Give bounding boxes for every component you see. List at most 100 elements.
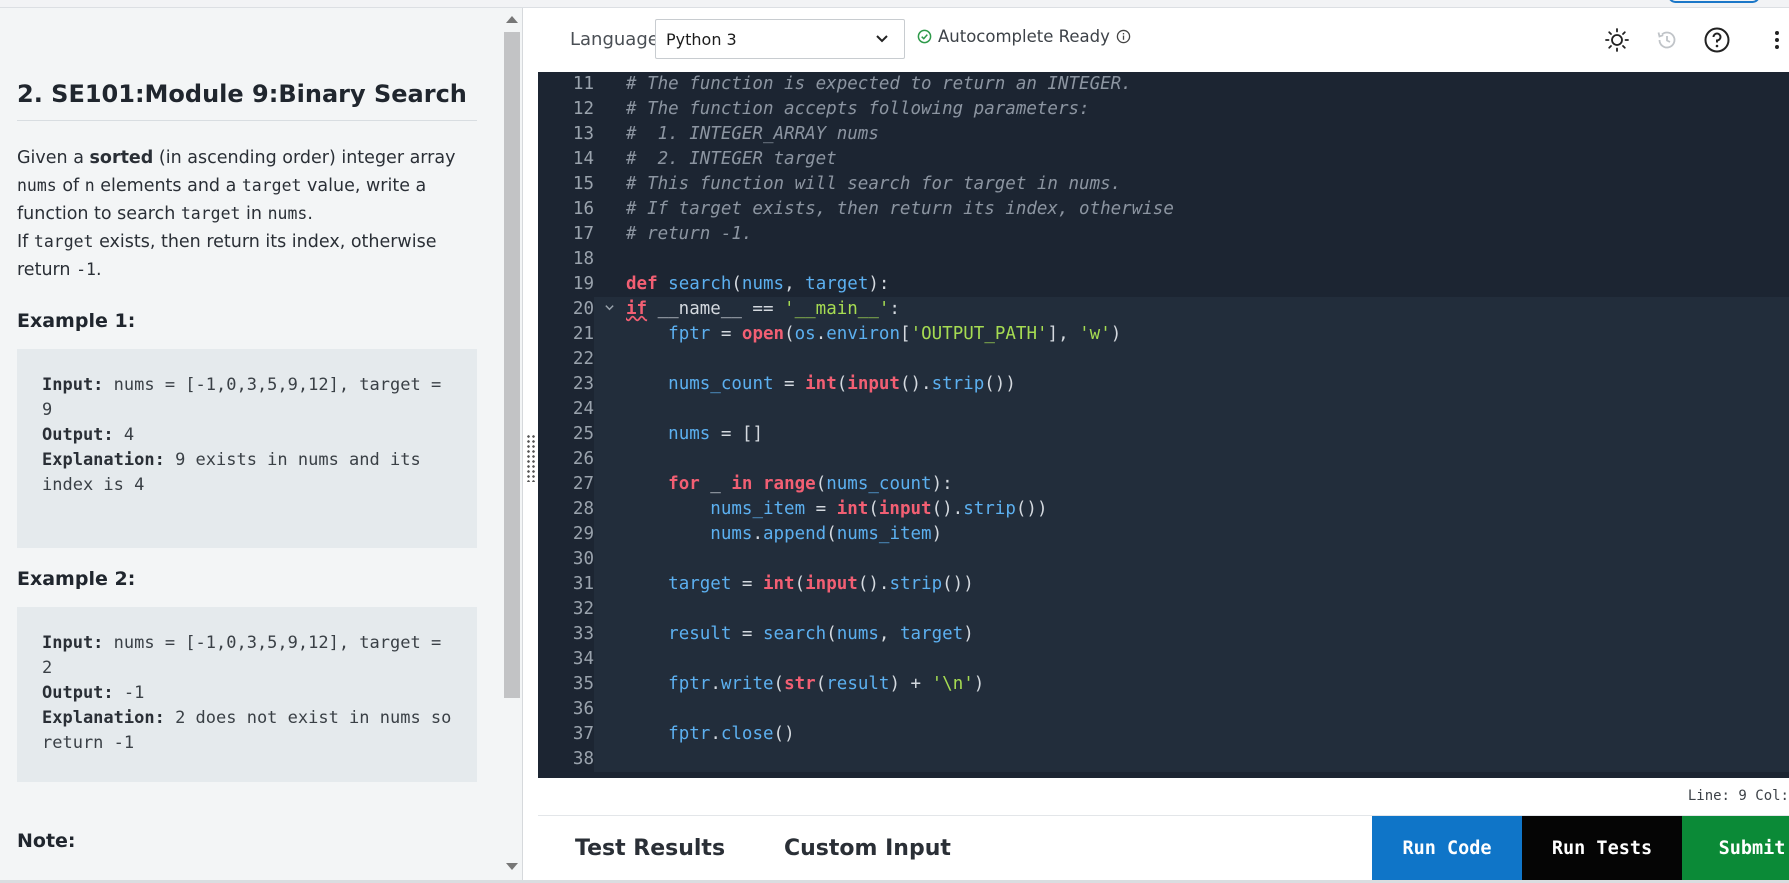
code-line[interactable]: 37 fptr.close(): [538, 722, 1789, 747]
code-editor[interactable]: 11 # The function is expected to return a…: [538, 72, 1789, 778]
problem-description: Given a sorted (in ascending order) inte…: [17, 145, 487, 284]
code-line[interactable]: 36: [538, 697, 1789, 722]
problem-panel: 2. SE101:Module 9:Binary Search Given a …: [0, 8, 502, 883]
code-text: # 1. INTEGER_ARRAY nums: [626, 124, 879, 144]
editor-toolbar: Language Python 3 Autocomplete Ready: [538, 8, 1789, 72]
code-text: def search(nums, target):: [626, 274, 890, 294]
desc-text: .: [307, 204, 313, 224]
code-text: nums = []: [668, 424, 763, 444]
code-text: fptr = open(os.environ['OUTPUT_PATH'], '…: [668, 324, 1122, 344]
info-icon[interactable]: [1116, 29, 1131, 44]
help-icon[interactable]: [1703, 26, 1731, 54]
line-number: 24: [538, 397, 594, 422]
code-line[interactable]: 11 # The function is expected to return a…: [538, 72, 1789, 97]
code-line[interactable]: 24: [538, 397, 1789, 422]
code-line[interactable]: 15 # This function will search for target…: [538, 172, 1789, 197]
desc-code-n: n: [84, 176, 95, 195]
code-line[interactable]: 22: [538, 347, 1789, 372]
bottom-bar: Test Results Custom Input Run Code Run T…: [538, 816, 1789, 880]
desc-code-target: target: [180, 204, 241, 223]
example-output-value: -1: [113, 683, 145, 703]
desc-code-minus-one: -1: [76, 260, 96, 279]
code-line[interactable]: 17 # return -1.: [538, 222, 1789, 247]
code-line[interactable]: 14 # 2. INTEGER target: [538, 147, 1789, 172]
code-line[interactable]: 32: [538, 597, 1789, 622]
problem-content: 2. SE101:Module 9:Binary Search Given a …: [0, 8, 502, 883]
code-line[interactable]: 27 for _ in range(nums_count):: [538, 472, 1789, 497]
line-number: 29: [538, 522, 594, 547]
more-vertical-icon[interactable]: [1763, 26, 1789, 54]
code-line[interactable]: 23 nums_count = int(input().strip()): [538, 372, 1789, 397]
run-code-button[interactable]: Run Code: [1372, 816, 1522, 880]
example-1-heading: Example 1:: [17, 310, 136, 332]
line-number: 21: [538, 322, 594, 347]
code-line[interactable]: 21 fptr = open(os.environ['OUTPUT_PATH']…: [538, 322, 1789, 347]
problem-title: 2. SE101:Module 9:Binary Search: [17, 80, 477, 121]
drag-handle-icon[interactable]: [526, 434, 536, 482]
example-output-value: 4: [113, 425, 135, 445]
code-line[interactable]: 38: [538, 747, 1789, 772]
line-number: 32: [538, 597, 594, 622]
scrollbar-thumb[interactable]: [504, 32, 520, 698]
tab-test-results[interactable]: Test Results: [575, 836, 725, 861]
desc-bold-sorted: sorted: [89, 148, 154, 168]
code-text: for _ in range(nums_count):: [668, 474, 953, 494]
panel-splitter[interactable]: [522, 8, 538, 883]
desc-text: in: [240, 204, 268, 224]
language-select[interactable]: Python 3: [655, 19, 905, 59]
code-text: fptr.close(): [668, 724, 795, 744]
top-strip: [0, 0, 1789, 8]
code-text: target = int(input().strip()): [668, 574, 974, 594]
autocomplete-status-text: Autocomplete Ready: [938, 27, 1110, 46]
code-line[interactable]: 13 # 1. INTEGER_ARRAY nums: [538, 122, 1789, 147]
code-line[interactable]: 26: [538, 447, 1789, 472]
run-tests-button[interactable]: Run Tests: [1522, 816, 1682, 880]
scroll-down-arrow-icon[interactable]: [506, 863, 518, 870]
code-line[interactable]: 35 fptr.write(str(result) + '\n'): [538, 672, 1789, 697]
line-number: 28: [538, 497, 594, 522]
example-2-heading: Example 2:: [17, 568, 136, 590]
code-text: # If target exists, then return its inde…: [626, 199, 1174, 219]
history-icon[interactable]: [1653, 26, 1681, 54]
problem-scrollbar[interactable]: [502, 8, 522, 883]
code-line[interactable]: 33 result = search(nums, target): [538, 622, 1789, 647]
example-output-label: Output:: [42, 683, 114, 703]
example-2-box: Input: nums = [-1,0,3,5,9,12], target = …: [17, 607, 477, 782]
tab-custom-input[interactable]: Custom Input: [784, 836, 951, 861]
code-line[interactable]: 25 nums = []: [538, 422, 1789, 447]
editor-status-bar: Line: 9 Col:: [538, 778, 1789, 816]
code-text: # 2. INTEGER target: [626, 149, 837, 169]
line-number: 15: [572, 174, 594, 194]
code-line[interactable]: 19 def search(nums, target):: [538, 272, 1789, 297]
line-number: 34: [538, 647, 594, 672]
line-number: 37: [538, 722, 594, 747]
top-pill-button[interactable]: [1668, 0, 1760, 3]
code-line[interactable]: 34: [538, 647, 1789, 672]
line-number: 36: [538, 697, 594, 722]
code-line[interactable]: 16 # If target exists, then return its in…: [538, 197, 1789, 222]
code-line[interactable]: 29 nums.append(nums_item): [538, 522, 1789, 547]
chevron-down-icon: [876, 35, 888, 43]
desc-text: (in ascending order) integer array: [153, 148, 456, 168]
sun-icon[interactable]: [1603, 26, 1631, 54]
desc-text: .: [95, 260, 102, 280]
code-line[interactable]: 31 target = int(input().strip()): [538, 572, 1789, 597]
line-number: 25: [538, 422, 594, 447]
scroll-up-arrow-icon[interactable]: [506, 16, 518, 23]
language-label: Language: [570, 29, 659, 50]
fold-chevron-icon[interactable]: [604, 297, 616, 322]
code-text: if __name__ == '__main__':: [626, 299, 900, 319]
code-line[interactable]: 12 # The function accepts following param…: [538, 97, 1789, 122]
example-explanation-label: Explanation:: [42, 708, 165, 728]
desc-code-nums: nums: [267, 204, 308, 223]
code-line[interactable]: 20 if __name__ == '__main__':: [538, 297, 1789, 322]
desc-text: If: [17, 232, 34, 252]
code-text: nums.append(nums_item): [710, 524, 943, 544]
line-number: 18: [572, 249, 594, 269]
submit-button[interactable]: Submit: [1682, 816, 1789, 880]
code-line[interactable]: 30: [538, 547, 1789, 572]
line-number: 30: [538, 547, 594, 572]
example-input-label: Input:: [42, 375, 104, 395]
code-line[interactable]: 18: [538, 247, 1789, 272]
code-line[interactable]: 28 nums_item = int(input().strip()): [538, 497, 1789, 522]
